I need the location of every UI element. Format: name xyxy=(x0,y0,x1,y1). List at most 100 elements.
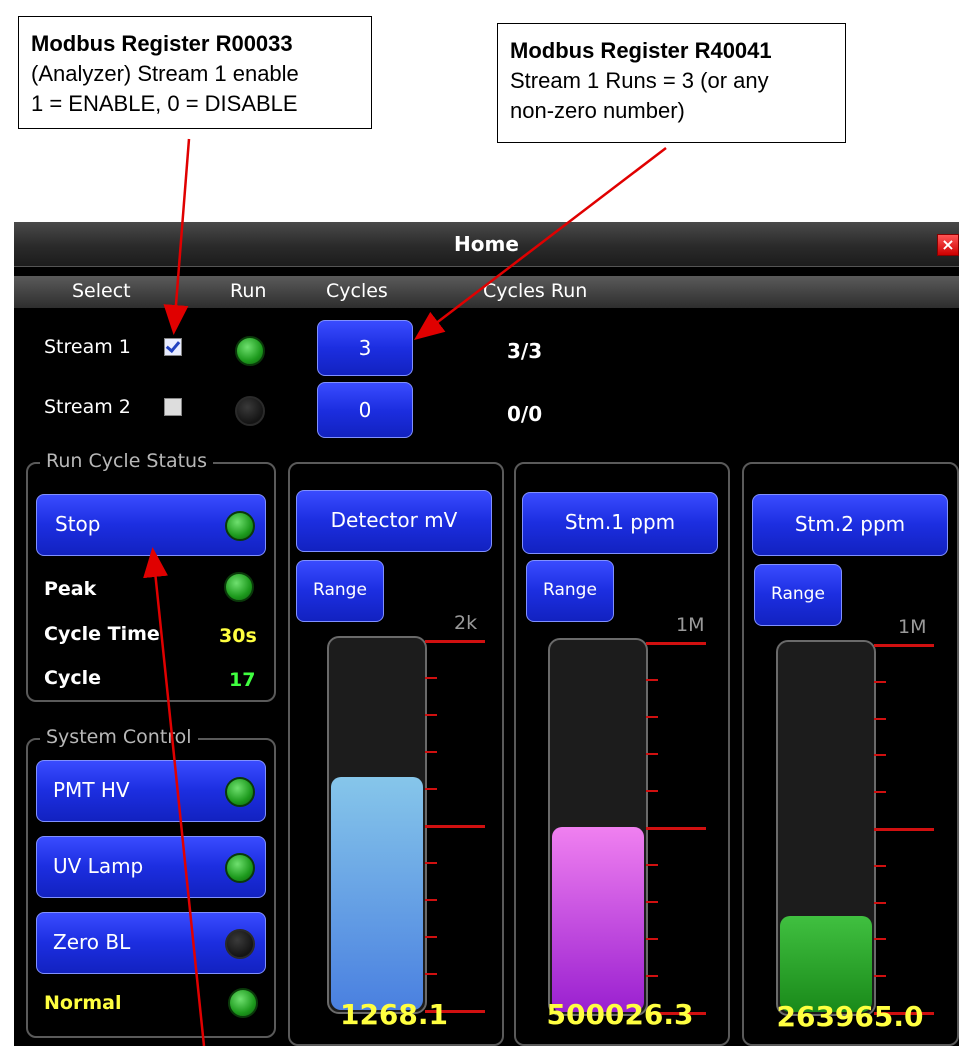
detector-mv-bar xyxy=(327,636,427,1014)
pmt-hv-label: PMT HV xyxy=(53,778,130,802)
range-label: Range xyxy=(771,584,825,604)
callout-text: Stream 1 Runs = 3 (or any xyxy=(510,68,769,93)
minor-tick xyxy=(646,753,658,755)
minor-tick xyxy=(874,754,886,756)
stop-button-label: Stop xyxy=(55,512,101,536)
minor-tick xyxy=(646,975,658,977)
pmt-hv-led xyxy=(225,777,255,807)
system-status-led xyxy=(228,988,258,1018)
stream-2-cycles-value: 0 xyxy=(358,398,372,422)
stop-led xyxy=(225,511,255,541)
callout-title: Modbus Register R00033 xyxy=(31,31,293,56)
minor-tick xyxy=(646,901,658,903)
cycle-time-value: 30s xyxy=(219,625,257,647)
detector-mv-scale-max: 2k xyxy=(454,612,478,634)
stream-1-label: Stream 1 xyxy=(44,336,131,358)
column-cycles-run: Cycles Run xyxy=(483,280,588,302)
zero-bl-button[interactable]: Zero BL xyxy=(36,912,266,974)
minor-tick xyxy=(425,751,437,753)
detector-mv-value: 1268.1 xyxy=(339,998,449,1031)
major-tick xyxy=(425,640,485,643)
callout-r40041: Modbus Register R40041 Stream 1 Runs = 3… xyxy=(497,23,846,143)
stm2-ppm-button[interactable]: Stm.2 ppm xyxy=(752,494,948,556)
stm2-ppm-range-button[interactable]: Range xyxy=(754,564,842,626)
stm1-ppm-range-button[interactable]: Range xyxy=(526,560,614,622)
callout-text: (Analyzer) Stream 1 enable xyxy=(31,61,299,86)
peak-led xyxy=(224,572,254,602)
cycle-label: Cycle xyxy=(44,667,101,689)
minor-tick xyxy=(874,938,886,940)
title-bar[interactable]: Home × xyxy=(14,222,959,267)
column-run: Run xyxy=(230,280,267,302)
stm2-ppm-scale-max: 1M xyxy=(898,616,927,638)
stm1-ppm-bar xyxy=(548,638,648,1016)
minor-tick xyxy=(646,790,658,792)
range-label: Range xyxy=(313,580,367,600)
run-cycle-status-title: Run Cycle Status xyxy=(40,450,213,472)
major-tick xyxy=(646,827,706,830)
major-tick xyxy=(425,825,485,828)
stream-2-run-led xyxy=(235,396,265,426)
column-cycles: Cycles xyxy=(326,280,388,302)
major-tick xyxy=(646,642,706,645)
callout-text: 1 = ENABLE, 0 = DISABLE xyxy=(31,91,298,116)
stream-1-checkbox[interactable] xyxy=(164,338,182,356)
pmt-hv-button[interactable]: PMT HV xyxy=(36,760,266,822)
cycle-value: 17 xyxy=(229,669,256,691)
minor-tick xyxy=(425,862,437,864)
stream-2-label: Stream 2 xyxy=(44,396,131,418)
minor-tick xyxy=(646,716,658,718)
stream-2-checkbox[interactable] xyxy=(164,398,182,416)
minor-tick xyxy=(874,718,886,720)
minor-tick xyxy=(425,899,437,901)
stm2-ppm-value: 263965.0 xyxy=(776,1000,924,1033)
detector-mv-range-button[interactable]: Range xyxy=(296,560,384,622)
stream-2-cycles-run: 0/0 xyxy=(507,402,543,426)
stm2-ppm-bar-fill xyxy=(780,916,872,1012)
callout-text: non-zero number) xyxy=(510,98,685,123)
detector-mv-button[interactable]: Detector mV xyxy=(296,490,492,552)
stream-1-cycles-button[interactable]: 3 xyxy=(317,320,413,376)
home-window: Home × Select Run Cycles Cycles Run Stre… xyxy=(14,222,959,1046)
column-header: Select Run Cycles Cycles Run xyxy=(14,276,959,308)
minor-tick xyxy=(874,975,886,977)
minor-tick xyxy=(425,714,437,716)
minor-tick xyxy=(646,679,658,681)
callout-title: Modbus Register R40041 xyxy=(510,38,772,63)
major-tick xyxy=(874,828,934,831)
stm1-ppm-value: 500026.3 xyxy=(546,998,694,1031)
minor-tick xyxy=(425,788,437,790)
zero-bl-led xyxy=(225,929,255,959)
range-label: Range xyxy=(543,580,597,600)
stm1-ppm-button[interactable]: Stm.1 ppm xyxy=(522,492,718,554)
window-title: Home xyxy=(454,232,519,256)
stm1-ppm-scale-max: 1M xyxy=(676,614,705,636)
callout-r00033: Modbus Register R00033 (Analyzer) Stream… xyxy=(18,16,372,129)
zero-bl-label: Zero BL xyxy=(53,930,131,954)
close-icon[interactable]: × xyxy=(937,234,959,256)
stream-1-run-led xyxy=(235,336,265,366)
detector-mv-bar-fill xyxy=(331,777,423,1010)
minor-tick xyxy=(874,902,886,904)
cycle-time-label: Cycle Time xyxy=(44,623,160,645)
uv-lamp-label: UV Lamp xyxy=(53,854,144,878)
uv-lamp-led xyxy=(225,853,255,883)
stream-1-cycles-value: 3 xyxy=(358,336,372,360)
stream-1-cycles-run: 3/3 xyxy=(507,339,543,363)
major-tick xyxy=(874,644,934,647)
detector-mv-label: Detector mV xyxy=(330,508,458,532)
minor-tick xyxy=(425,936,437,938)
stm1-ppm-bar-fill xyxy=(552,827,644,1012)
uv-lamp-button[interactable]: UV Lamp xyxy=(36,836,266,898)
stm1-ppm-label: Stm.1 ppm xyxy=(564,510,676,534)
minor-tick xyxy=(874,681,886,683)
minor-tick xyxy=(646,864,658,866)
peak-label: Peak xyxy=(44,578,97,600)
stop-button[interactable]: Stop xyxy=(36,494,266,556)
minor-tick xyxy=(874,791,886,793)
system-status: Normal xyxy=(44,992,122,1014)
system-control-title: System Control xyxy=(40,726,198,748)
stm2-ppm-bar xyxy=(776,640,876,1016)
stream-2-cycles-button[interactable]: 0 xyxy=(317,382,413,438)
stm2-ppm-label: Stm.2 ppm xyxy=(794,512,906,536)
